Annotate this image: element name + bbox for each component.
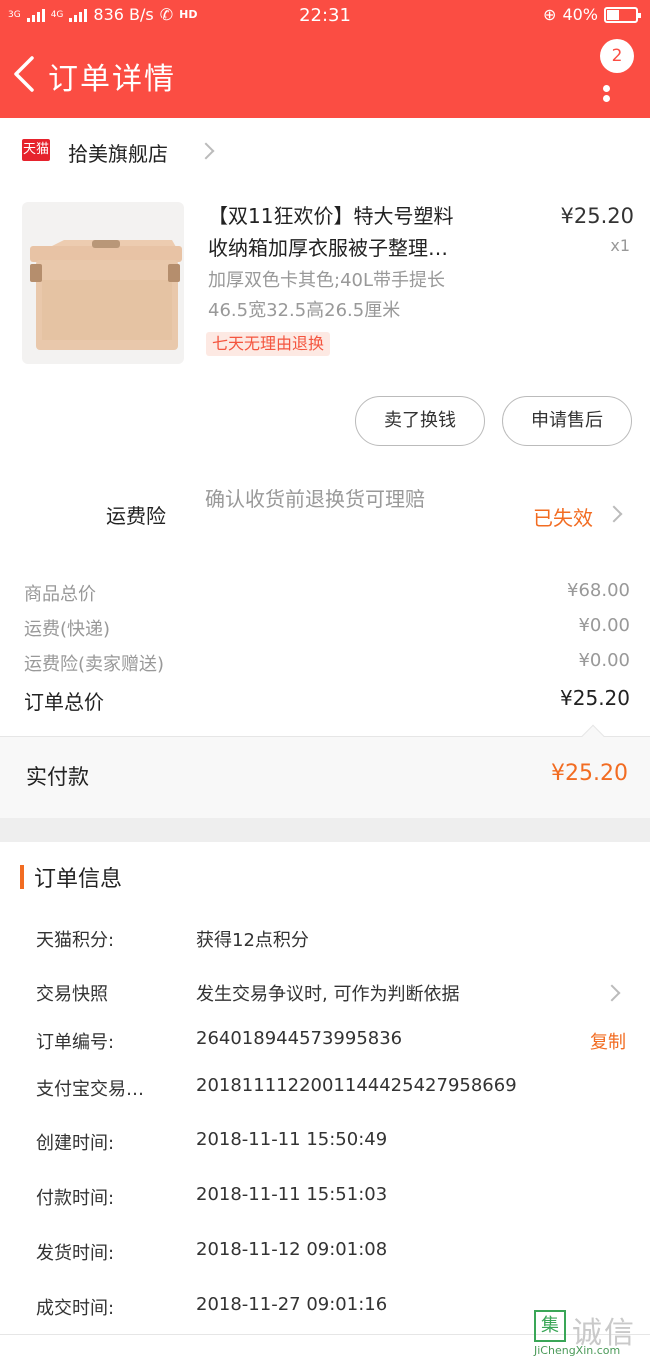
order-info-title: 订单信息	[34, 867, 123, 892]
info-label: 订单编号:	[36, 1032, 115, 1053]
insurance-status[interactable]: 已失效	[533, 502, 593, 531]
info-label: 创建时间:	[36, 1133, 115, 1154]
product-title[interactable]: 【双11狂欢价】特大号塑料 收纳箱加厚衣服被子整理…	[208, 200, 508, 264]
product-title-line: 收纳箱加厚衣服被子整理…	[208, 236, 448, 260]
notification-badge: 2	[600, 39, 634, 73]
info-value: 2018-11-27 09:01:16	[196, 1294, 388, 1315]
price-label: 运费险(卖家赠送)	[24, 654, 165, 675]
info-row-created: 创建时间: 2018-11-11 15:50:49	[36, 1129, 636, 1159]
price-value: ¥0.00	[578, 615, 630, 636]
after-sale-button[interactable]: 申请售后	[502, 396, 632, 446]
info-value: 2018-11-11 15:51:03	[196, 1184, 388, 1205]
product-spec-line: 加厚双色卡其色;40L带手提长	[208, 270, 445, 291]
storage-box-image	[30, 240, 182, 350]
info-label: 交易快照	[36, 984, 108, 1005]
shop-row[interactable]: 天猫 拾美旗舰店	[0, 118, 650, 184]
rotation-lock-icon: ⊕	[543, 5, 557, 24]
info-label: 天猫积分:	[36, 930, 115, 951]
info-row-paid: 付款时间: 2018-11-11 15:51:03	[36, 1184, 636, 1214]
price-label: 商品总价	[24, 584, 96, 605]
info-row-snapshot[interactable]: 交易快照 发生交易争议时, 可作为判断依据	[36, 980, 636, 1010]
info-value: 264018944573995836	[196, 1028, 403, 1049]
price-row-goods: 商品总价 ¥68.00	[24, 580, 630, 610]
product-title-line: 【双11狂欢价】特大号塑料	[208, 204, 454, 228]
info-row-alipay: 支付宝交易… 2018111122001144425427958669	[36, 1075, 636, 1105]
info-label: 发货时间:	[36, 1243, 115, 1264]
watermark-logo: 集 诚信 JiChengXin.com	[534, 1306, 648, 1358]
battery-percent: 40%	[562, 5, 598, 24]
info-value: 发生交易争议时, 可作为判断依据	[196, 984, 460, 1005]
sell-button[interactable]: 卖了换钱	[355, 396, 485, 446]
tmall-logo: 天猫	[22, 139, 50, 161]
more-dot-icon	[603, 95, 610, 102]
info-value: 2018-11-12 09:01:08	[196, 1239, 388, 1260]
price-value: ¥68.00	[567, 580, 630, 601]
price-row-order-total: 订单总价 ¥25.20	[24, 686, 630, 716]
product-price: ¥25.20	[560, 204, 634, 228]
price-row-shipping: 运费(快递) ¥0.00	[24, 615, 630, 645]
info-label: 支付宝交易…	[36, 1079, 144, 1100]
price-label: 订单总价	[24, 690, 104, 714]
price-row-insurance: 运费险(卖家赠送) ¥0.00	[24, 650, 630, 680]
page-title: 订单详情	[48, 62, 176, 97]
price-label: 运费(快递)	[24, 619, 111, 640]
price-value: ¥0.00	[578, 650, 630, 671]
header-bar: 订单详情 2	[0, 34, 650, 118]
actual-payment-value: ¥25.20	[551, 761, 628, 786]
order-info-header: 订单信息	[20, 862, 122, 892]
copy-button[interactable]: 复制	[590, 1028, 626, 1054]
product-spec: 加厚双色卡其色;40L带手提长 46.5宽32.5高26.5厘米	[208, 266, 518, 326]
watermark-mark: 集	[534, 1310, 566, 1342]
info-label: 付款时间:	[36, 1188, 115, 1209]
callout-notch	[581, 724, 605, 748]
back-arrow-icon[interactable]	[10, 54, 40, 94]
price-value: ¥25.20	[560, 686, 630, 710]
actual-payment-box: 实付款 ¥25.20	[0, 724, 650, 818]
chevron-right-icon[interactable]	[605, 505, 623, 523]
info-row-order-number: 订单编号: 264018944573995836 复制	[36, 1028, 636, 1058]
shop-name: 拾美旗舰店	[68, 142, 168, 166]
section-divider	[0, 818, 650, 842]
section-accent-bar	[20, 865, 24, 889]
return-policy-tag: 七天无理由退换	[206, 332, 331, 356]
battery-icon	[604, 6, 641, 23]
info-value: 2018111122001144425427958669	[196, 1075, 517, 1096]
status-right: ⊕ 40%	[543, 5, 641, 24]
info-value: 2018-11-11 15:50:49	[196, 1129, 388, 1150]
info-label: 成交时间:	[36, 1298, 115, 1319]
product-quantity: x1	[610, 236, 630, 255]
product-spec-line: 46.5宽32.5高26.5厘米	[208, 300, 401, 321]
info-value: 获得12点积分	[196, 930, 309, 951]
insurance-description: 确认收货前退换货可理赔	[205, 487, 425, 511]
product-image[interactable]	[22, 202, 184, 364]
info-row-points: 天猫积分: 获得12点积分	[36, 926, 636, 956]
status-bar: 3G 4G 836 B/s ✆ HD 22:31 ⊕ 40%	[0, 0, 650, 34]
watermark-url: JiChengXin.com	[534, 1344, 621, 1357]
insurance-label: 运费险	[106, 504, 166, 528]
info-row-shipped: 发货时间: 2018-11-12 09:01:08	[36, 1239, 636, 1269]
chevron-right-icon	[197, 142, 215, 160]
actual-payment-label: 实付款	[26, 765, 89, 789]
